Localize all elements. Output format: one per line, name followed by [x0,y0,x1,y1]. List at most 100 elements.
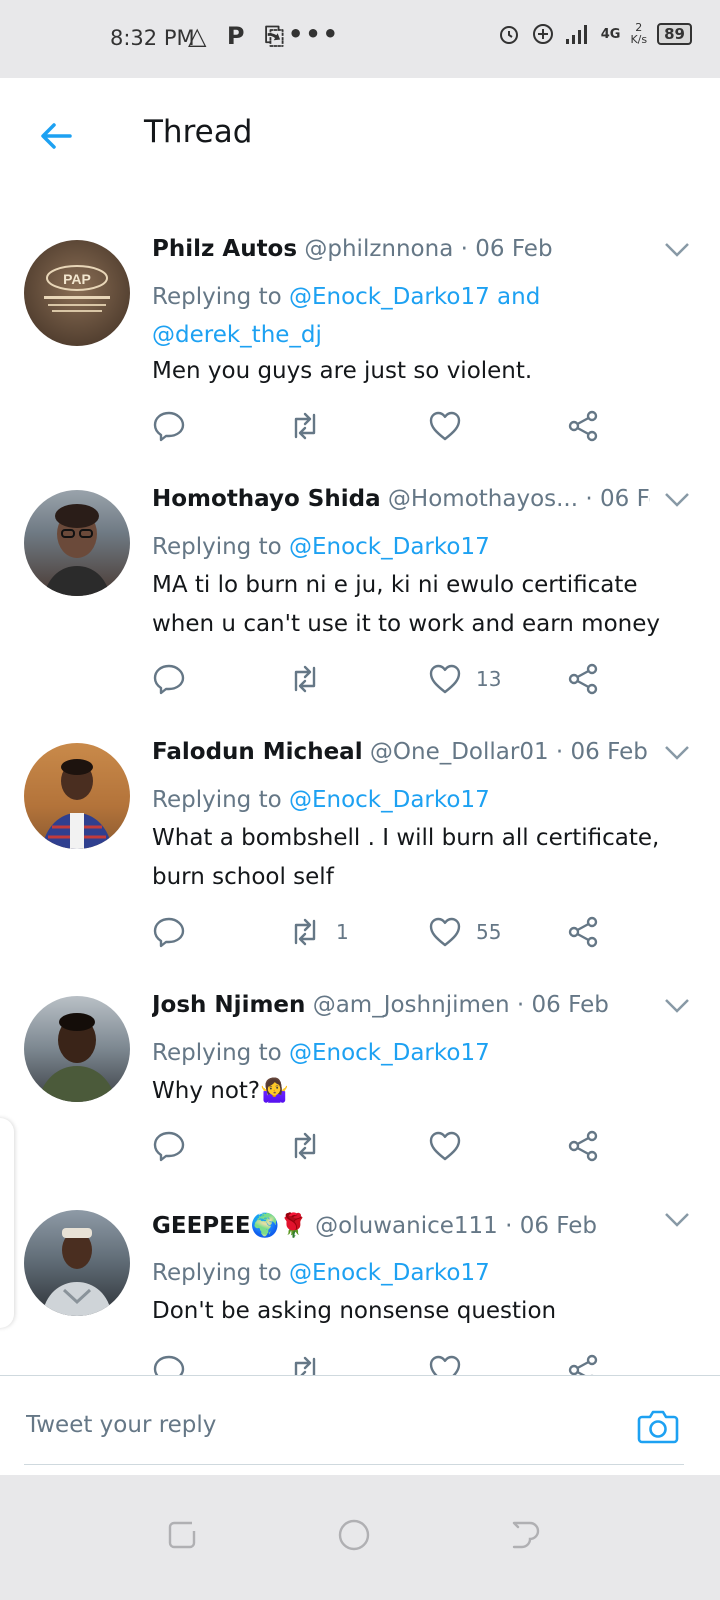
tweet-card[interactable]: Homothayo Shida @Homothayos... · 06 Feb … [0,466,720,720]
share-icon [568,410,598,442]
share-button[interactable] [566,406,600,446]
tweet-author-handle[interactable]: @Homothayos... [388,486,578,512]
tweet-date: · 06 Feb [460,236,553,262]
tweet-author-name[interactable]: Josh Njimen [152,992,305,1018]
reply-icon [153,1131,185,1162]
avatar[interactable] [24,490,130,596]
tweet-card[interactable]: GEEPEE🌍🌹 @oluwanice111 · 06 Feb Replying… [0,1186,720,1375]
reply-button[interactable] [152,659,186,699]
svg-text:PAP: PAP [63,271,91,287]
status-time: 8:32 PM [110,26,195,50]
retweet-icon [294,412,316,440]
avatar[interactable] [24,996,130,1102]
retweet-icon [294,1132,316,1160]
status-right: 4G 2 K/s 89 [497,22,692,46]
tweet-author-handle[interactable]: @oluwanice111 [315,1213,498,1239]
chevron-down-icon[interactable] [664,492,690,508]
share-button[interactable] [566,1350,600,1375]
retweet-button[interactable] [288,1126,336,1166]
retweet-button[interactable] [288,406,336,446]
more-notifications-icon: ••• [288,20,341,48]
back-nav-icon[interactable] [506,1517,542,1553]
tweet-header: Josh Njimen @am_Joshnjimen · 06 Feb [152,992,650,1018]
battery-level: 89 [657,23,692,45]
signal-icon [565,25,587,44]
tweet-author-name[interactable]: Homothayo Shida [152,486,381,512]
tweet-text: MA ti lo burn ni e ju, ki ni ewulo certi… [152,572,660,637]
replying-to: Replying to @Enock_Darko17 [152,1040,490,1066]
share-button[interactable] [566,912,600,952]
like-button[interactable] [428,1350,476,1375]
tweet-actions [152,1350,720,1375]
reply-button[interactable] [152,1350,186,1375]
back-arrow-icon[interactable] [36,116,76,156]
retweet-button[interactable]: 1 [288,912,349,952]
avatar[interactable]: PAP [24,240,130,346]
retweet-icon [294,918,316,946]
home-icon[interactable] [336,1517,372,1553]
heart-icon [429,411,461,441]
reply-button[interactable] [152,912,186,952]
share-icon [568,1354,598,1375]
reply-icon [153,917,185,948]
retweet-button[interactable] [288,659,336,699]
tweet-card[interactable]: Josh Njimen @am_Joshnjimen · 06 Feb Repl… [0,972,720,1187]
reply-button[interactable] [152,406,186,446]
brand-logo-icon: PAP [44,265,110,312]
chevron-down-icon[interactable] [664,998,690,1014]
reply-input[interactable] [24,1404,628,1446]
reply-icon [153,1355,185,1375]
tweet-author-name[interactable]: Falodun Micheal [152,739,363,765]
tweet-header: Homothayo Shida @Homothayos... · 06 Feb [152,486,650,512]
page-title: Thread [144,114,253,150]
tweet-date: · 06 Feb [555,739,648,765]
like-button[interactable] [428,1126,476,1166]
edge-panel-handle[interactable] [0,1118,14,1328]
retweet-icon [294,665,316,693]
tweet-author-name[interactable]: Philz Autos [152,236,297,262]
network-speed: 2 K/s [630,21,648,46]
tweet-date: · 06 Feb [516,992,609,1018]
share-button[interactable] [566,1126,600,1166]
alarm-icon [499,26,518,44]
tweet-actions: 1 55 [152,912,720,952]
thread-divider [0,190,720,217]
share-button[interactable] [566,659,600,699]
tweet-author-handle[interactable]: @philznnona [304,236,453,262]
avatar[interactable] [24,743,130,849]
tweet-card[interactable]: PAP Philz Autos @philznnona · 06 Feb Rep… [0,216,720,467]
tweet-author-handle[interactable]: @One_Dollar01 [370,739,549,765]
tweet-text: What a bombshell . I will burn all certi… [152,825,660,890]
tweet-header: GEEPEE🌍🌹 @oluwanice111 · 06 Feb [152,1212,650,1239]
heart-icon [429,917,461,947]
chevron-down-icon[interactable] [664,242,690,258]
replying-to: Replying to @Enock_Darko17 [152,534,490,560]
retweet-button[interactable] [288,1350,336,1375]
mention-link[interactable]: @Enock_Darko17 [289,1260,490,1286]
tweet-author-name[interactable]: GEEPEE🌍🌹 [152,1213,308,1239]
mention-link[interactable]: @Enock_Darko17 [289,787,490,813]
mention-link[interactable]: @Enock_Darko17 [289,1040,490,1066]
reply-button[interactable] [152,1126,186,1166]
mention-link[interactable]: @Enock_Darko17 [289,284,490,310]
like-count: 55 [476,920,502,944]
camera-icon[interactable] [636,1406,680,1446]
network-type: 4G [600,26,621,42]
tweet-card[interactable]: Falodun Micheal @One_Dollar01 · 06 Feb R… [0,719,720,973]
mention-link[interactable]: @Enock_Darko17 [289,534,490,560]
like-button[interactable]: 13 [428,659,501,699]
tweet-date: · 06 Feb [585,486,650,512]
like-button[interactable]: 55 [428,912,501,952]
notification-icons: △ P ⎘ [188,22,290,50]
tweet-actions: 13 [152,659,720,699]
thread-header: Thread [0,78,720,191]
avatar[interactable] [24,1210,130,1316]
like-button[interactable] [428,406,476,446]
tweet-header: Falodun Micheal @One_Dollar01 · 06 Feb [152,739,650,765]
recent-apps-icon[interactable] [164,1517,200,1553]
profile-photo-icon [38,1013,116,1102]
tweet-author-handle[interactable]: @am_Joshnjimen [313,992,510,1018]
chevron-down-icon[interactable] [664,745,690,761]
mention-link[interactable]: @derek_the_dj [152,322,322,348]
chevron-down-icon[interactable] [664,1212,690,1228]
